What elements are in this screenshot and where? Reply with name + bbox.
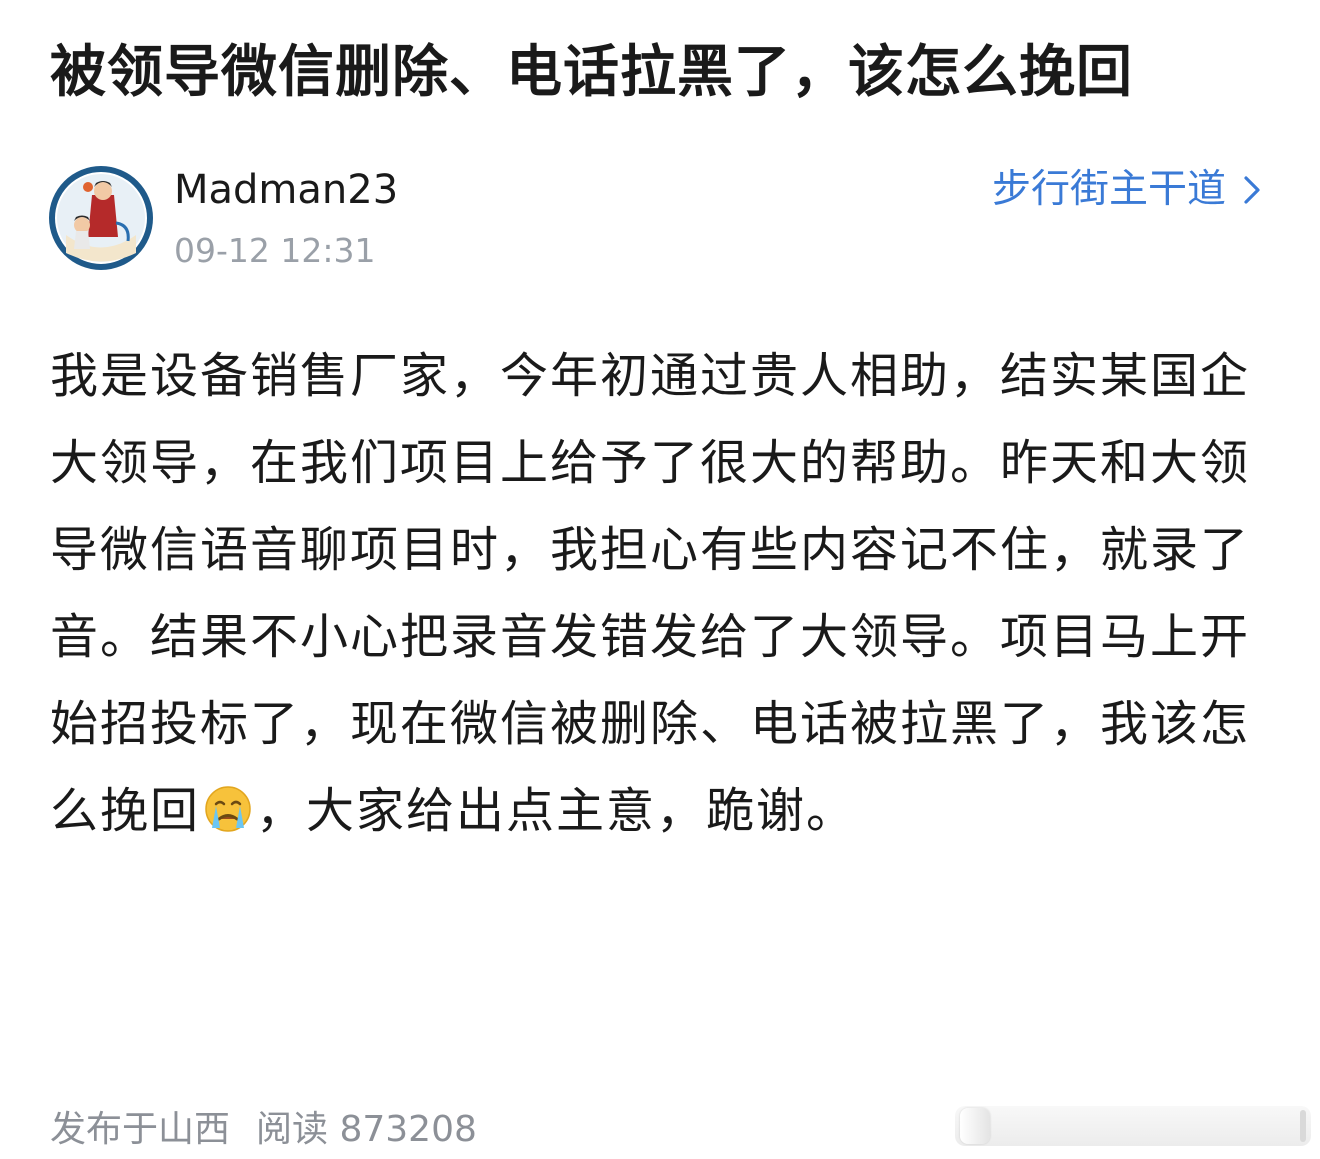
chevron-right-icon — [1244, 176, 1260, 204]
board-link-label: 步行街主干道 — [991, 167, 1226, 212]
read-count: 阅读 873208 — [256, 1109, 477, 1150]
post-body-text-end: ，大家给出点主意，跪谢。 — [256, 783, 857, 839]
post-timestamp: 09-12 12:31 — [174, 231, 376, 270]
author-name[interactable]: Madman23 — [174, 165, 398, 215]
author-row: Madman23 09-12 12:31 步行街主干道 — [48, 165, 1278, 275]
crying-face-emoji-icon — [205, 786, 251, 832]
avatar-image — [49, 166, 153, 270]
author-avatar[interactable] — [48, 165, 154, 271]
scrollbar-end — [1300, 1110, 1306, 1142]
post-location: 发布于山西 — [50, 1109, 231, 1150]
post-body-text: 我是设备销售厂家，今年初通过贵人相助，结实某国企大领导，在我们项目上给予了很大的… — [50, 348, 1251, 839]
scrollbar-thumb[interactable] — [960, 1108, 990, 1144]
post-page: 被领导微信删除、电话拉黑了，该怎么挽回 Madman23 09-12 12:31… — [0, 0, 1320, 1159]
post-body: 我是设备销售厂家，今年初通过贵人相助，结实某国企大领导，在我们项目上给予了很大的… — [50, 333, 1280, 855]
post-footer-meta: 发布于山西 阅读 873208 — [50, 1107, 477, 1153]
horizontal-scrollbar[interactable] — [955, 1106, 1311, 1146]
board-link[interactable]: 步行街主干道 — [992, 165, 1264, 215]
post-title: 被领导微信删除、电话拉黑了，该怎么挽回 — [50, 40, 1133, 105]
